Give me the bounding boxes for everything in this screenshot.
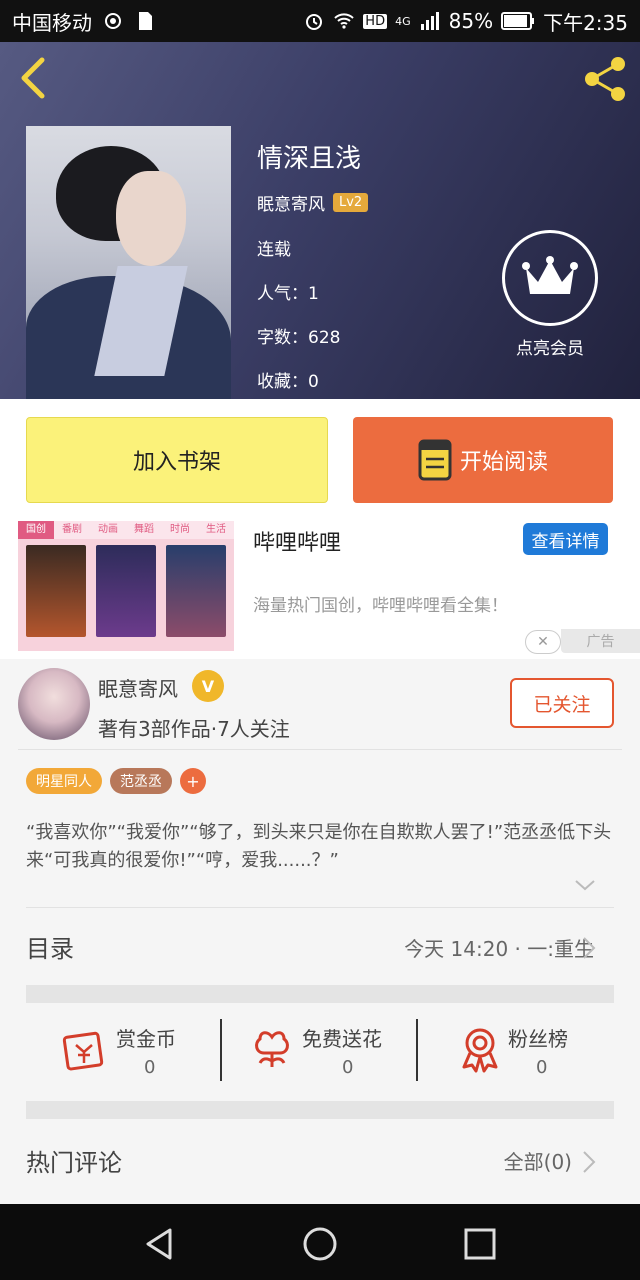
divider — [416, 1019, 418, 1081]
ad-poster — [166, 545, 226, 637]
book-title: 情深且浅 — [257, 144, 362, 174]
carrier-label: 中国移动 — [12, 10, 92, 35]
nav-recents-icon[interactable] — [460, 1224, 500, 1264]
action-label: 免费送花 — [302, 1027, 382, 1051]
nav-back-icon[interactable] — [140, 1224, 180, 1264]
hot-comments-row[interactable]: 热门评论 全部(0) — [0, 1124, 640, 1204]
book-details: 眠意寄风 V 著有3部作品·7人关注 已关注 明星同人 范丞丞 + “我喜欢你”… — [0, 659, 640, 1204]
section-separator — [26, 1101, 614, 1119]
battery-percent: 85% — [448, 9, 494, 33]
ad-tab: 时尚 — [162, 521, 198, 539]
crown-icon — [522, 256, 578, 294]
back-icon[interactable] — [14, 56, 54, 100]
gold-coin-icon — [62, 1031, 104, 1071]
chevron-right-icon — [583, 937, 596, 959]
nav-home-icon[interactable] — [300, 1224, 340, 1264]
sd-card-icon — [139, 12, 152, 30]
action-count: 0 — [536, 1057, 548, 1078]
ad-tab: 国创 — [18, 521, 54, 539]
system-nav-bar — [0, 1204, 640, 1280]
tag-item[interactable]: 明星同人 — [26, 768, 102, 794]
flower-icon — [255, 1031, 289, 1067]
ad-detail-button[interactable]: 查看详情 — [523, 523, 608, 555]
author-name[interactable]: 眠意寄风 — [98, 673, 178, 702]
ad-banner[interactable]: 国创 番剧 动画 舞蹈 时尚 生活 哔哩哔哩 查看详情 海量热门国创，哔哩哔哩看… — [0, 521, 640, 659]
book-favorites: 收藏：0 — [257, 372, 319, 392]
action-count: 0 — [342, 1057, 354, 1078]
start-reading-label: 开始阅读 — [459, 450, 548, 475]
chevron-down-icon[interactable] — [574, 877, 596, 893]
ad-poster — [26, 545, 86, 637]
action-button-bar: 加入书架 开始阅读 — [0, 399, 640, 521]
divider — [220, 1019, 222, 1081]
hotspot-icon — [105, 13, 121, 29]
vip-label: 点亮会员 — [516, 339, 584, 359]
signal-icon — [420, 12, 439, 30]
ad-title: 哔哩哔哩 — [253, 531, 342, 556]
book-status: 连载 — [257, 240, 291, 260]
synopsis: “我喜欢你”“我爱你”“够了，到头来只是你在自欺欺人罢了!”范丞丞低下头来“可我… — [26, 822, 612, 871]
action-count: 0 — [144, 1057, 156, 1078]
ad-tab: 番剧 — [54, 521, 90, 539]
ad-close-icon[interactable]: ✕ — [525, 630, 561, 654]
battery-icon — [501, 12, 535, 30]
status-bar: 中国移动 HD 4G 85% 下午2:35 — [0, 0, 640, 42]
toc-label: 目录 — [26, 935, 74, 963]
book-header: 情深且浅 眠意寄风 Lv2 连载 人气：1 字数：628 收藏：0 点亮会员 — [0, 42, 640, 399]
medal-icon — [462, 1028, 498, 1073]
add-tag-button[interactable]: + — [180, 768, 206, 794]
ad-tab: 舞蹈 — [126, 521, 162, 539]
action-label: 粉丝榜 — [508, 1027, 568, 1051]
level-badge: Lv2 — [333, 193, 369, 212]
book-popularity: 人气：1 — [257, 284, 319, 304]
start-reading-button[interactable]: 开始阅读 — [353, 417, 613, 503]
network-type: 4G — [395, 14, 411, 28]
send-flower-button[interactable]: 免费送花 0 — [248, 1009, 444, 1101]
wifi-icon — [334, 13, 354, 29]
chevron-right-icon — [583, 1151, 596, 1173]
follow-button[interactable]: 已关注 — [510, 678, 614, 728]
hd-badge: HD — [363, 13, 388, 29]
tag-list: 明星同人 范丞丞 + — [26, 768, 206, 794]
ad-tag: 广告 — [561, 629, 640, 653]
author-line: 眠意寄风 Lv2 — [257, 190, 369, 215]
add-to-shelf-label: 加入书架 — [132, 450, 221, 475]
ad-thumbnail[interactable]: 国创 番剧 动画 舞蹈 时尚 生活 — [18, 521, 234, 651]
ad-poster — [96, 545, 156, 637]
ad-tab: 生活 — [198, 521, 234, 539]
share-icon[interactable] — [580, 54, 630, 104]
clock: 下午2:35 — [543, 10, 628, 35]
author-avatar[interactable] — [18, 668, 90, 740]
all-comments-link[interactable]: 全部(0) — [504, 1146, 572, 1175]
verified-badge-icon: V — [192, 670, 224, 702]
alarm-icon — [306, 14, 323, 30]
action-label: 赏金币 — [116, 1027, 176, 1051]
fan-ranking-button[interactable]: 粉丝榜 0 — [456, 1009, 640, 1101]
divider — [18, 749, 622, 750]
ad-description: 海量热门国创，哔哩哔哩看全集！ — [253, 596, 508, 616]
book-icon — [418, 439, 452, 481]
book-word-count: 字数：628 — [257, 328, 341, 348]
latest-chapter: 今天 14:20 · 一:重生 — [404, 937, 594, 961]
add-to-shelf-button[interactable]: 加入书架 — [26, 417, 328, 503]
ad-tabs: 国创 番剧 动画 舞蹈 时尚 生活 — [18, 521, 234, 539]
support-actions: 赏金币 0 免费送花 0 粉丝榜 0 — [0, 1009, 640, 1101]
vip-button[interactable]: 点亮会员 — [502, 230, 598, 359]
author-stats: 著有3部作品·7人关注 — [98, 717, 290, 741]
ad-tab: 动画 — [90, 521, 126, 539]
comments-label: 热门评论 — [26, 1149, 122, 1177]
author-name[interactable]: 眠意寄风 — [257, 190, 325, 215]
gold-coin-button[interactable]: 赏金币 0 — [60, 1009, 256, 1101]
tag-item[interactable]: 范丞丞 — [110, 768, 172, 794]
book-cover[interactable] — [26, 126, 231, 399]
table-of-contents-row[interactable]: 目录 今天 14:20 · 一:重生 — [0, 907, 640, 987]
section-separator — [26, 985, 614, 1003]
